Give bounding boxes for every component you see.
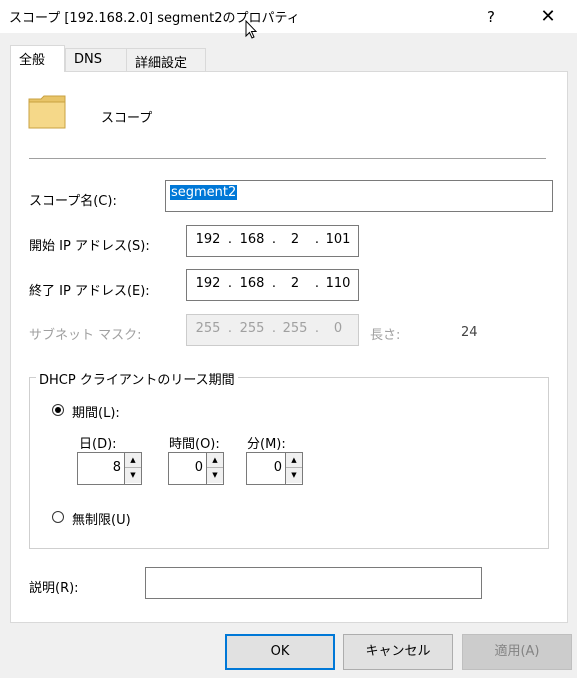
lease-limited-radio[interactable] bbox=[52, 404, 64, 416]
ip-dot: . bbox=[227, 321, 233, 336]
length-value: 24 bbox=[461, 325, 478, 340]
end-ip-label: 終了 IP アドレス(E): bbox=[29, 284, 150, 299]
subnet-octet-4: 0 bbox=[333, 321, 343, 336]
length-label: 長さ: bbox=[370, 328, 401, 343]
scope-name-input[interactable]: segment2 bbox=[165, 180, 553, 212]
mouse-cursor-icon bbox=[245, 20, 258, 39]
ip-dot: . bbox=[227, 232, 233, 247]
ip-dot: . bbox=[314, 276, 320, 291]
close-button[interactable]: ✕ bbox=[525, 3, 571, 31]
help-button[interactable]: ? bbox=[468, 3, 514, 31]
start-ip-octet-3: 2 bbox=[290, 232, 300, 247]
ip-dot: . bbox=[227, 276, 233, 291]
tab-general-label: 全般 bbox=[19, 53, 46, 68]
end-ip-octet-2: 168 bbox=[239, 276, 265, 291]
subnet-mask-input: 255 . 255 . 255 . 0 bbox=[186, 314, 359, 346]
separator bbox=[29, 158, 546, 159]
ip-dot: . bbox=[271, 232, 277, 247]
folder-icon bbox=[28, 95, 66, 129]
description-input[interactable] bbox=[145, 567, 482, 599]
start-ip-octet-2: 168 bbox=[239, 232, 265, 247]
lease-group-title: DHCP クライアントのリース期間 bbox=[36, 369, 238, 388]
minutes-spin-buttons: ▲ ▼ bbox=[285, 453, 302, 484]
minutes-down-arrow-icon[interactable]: ▼ bbox=[286, 468, 302, 483]
hours-up-arrow-icon[interactable]: ▲ bbox=[207, 453, 223, 468]
days-label: 日(D): bbox=[79, 437, 117, 452]
apply-button[interactable]: 適用(A) bbox=[462, 634, 572, 670]
days-down-arrow-icon[interactable]: ▼ bbox=[125, 468, 141, 483]
tab-dns[interactable]: DNS bbox=[65, 48, 127, 71]
end-ip-octet-3: 2 bbox=[290, 276, 300, 291]
days-value: 8 bbox=[112, 460, 121, 475]
minutes-value: 0 bbox=[273, 460, 282, 475]
ip-dot: . bbox=[271, 276, 277, 291]
cancel-button[interactable]: キャンセル bbox=[343, 634, 453, 670]
subnet-octet-1: 255 bbox=[195, 321, 221, 336]
minutes-spinner[interactable]: 0 ▲ ▼ bbox=[246, 452, 303, 485]
scope-name-label: スコープ名(C): bbox=[29, 194, 117, 209]
subnet-octet-2: 255 bbox=[239, 321, 265, 336]
start-ip-input[interactable]: 192 . 168 . 2 . 101 bbox=[186, 225, 359, 257]
scope-heading: スコープ bbox=[101, 111, 153, 126]
ip-dot: . bbox=[314, 321, 320, 336]
lease-unlimited-radio[interactable] bbox=[52, 511, 64, 523]
start-ip-octet-4: 101 bbox=[325, 232, 351, 247]
ip-dot: . bbox=[314, 232, 320, 247]
ok-button[interactable]: OK bbox=[225, 634, 335, 670]
end-ip-octet-1: 192 bbox=[195, 276, 221, 291]
minutes-label: 分(M): bbox=[247, 437, 286, 452]
subnet-mask-label: サブネット マスク: bbox=[29, 328, 142, 343]
hours-spinner[interactable]: 0 ▲ ▼ bbox=[168, 452, 224, 485]
description-label: 説明(R): bbox=[29, 581, 79, 596]
tab-advanced-label: 詳細設定 bbox=[135, 56, 188, 71]
days-up-arrow-icon[interactable]: ▲ bbox=[125, 453, 141, 468]
lease-unlimited-label[interactable]: 無制限(U) bbox=[72, 509, 131, 528]
start-ip-label: 開始 IP アドレス(S): bbox=[29, 239, 150, 254]
hours-down-arrow-icon[interactable]: ▼ bbox=[207, 468, 223, 483]
hours-value: 0 bbox=[194, 460, 203, 475]
tab-dns-label: DNS bbox=[74, 52, 102, 67]
tab-general[interactable]: 全般 bbox=[10, 45, 65, 72]
start-ip-octet-1: 192 bbox=[195, 232, 221, 247]
days-spin-buttons: ▲ ▼ bbox=[124, 453, 141, 484]
tab-advanced[interactable]: 詳細設定 bbox=[126, 48, 206, 71]
end-ip-octet-4: 110 bbox=[325, 276, 351, 291]
scope-name-value: segment2 bbox=[170, 185, 238, 200]
title-bar: スコープ [192.168.2.0] segment2のプロパティ ? ✕ bbox=[0, 0, 577, 33]
ip-dot: . bbox=[271, 321, 277, 336]
subnet-octet-3: 255 bbox=[282, 321, 308, 336]
hours-label: 時間(O): bbox=[169, 437, 220, 452]
end-ip-input[interactable]: 192 . 168 . 2 . 110 bbox=[186, 269, 359, 301]
lease-limited-label[interactable]: 期間(L): bbox=[72, 402, 120, 421]
days-spinner[interactable]: 8 ▲ ▼ bbox=[77, 452, 142, 485]
hours-spin-buttons: ▲ ▼ bbox=[206, 453, 223, 484]
minutes-up-arrow-icon[interactable]: ▲ bbox=[286, 453, 302, 468]
